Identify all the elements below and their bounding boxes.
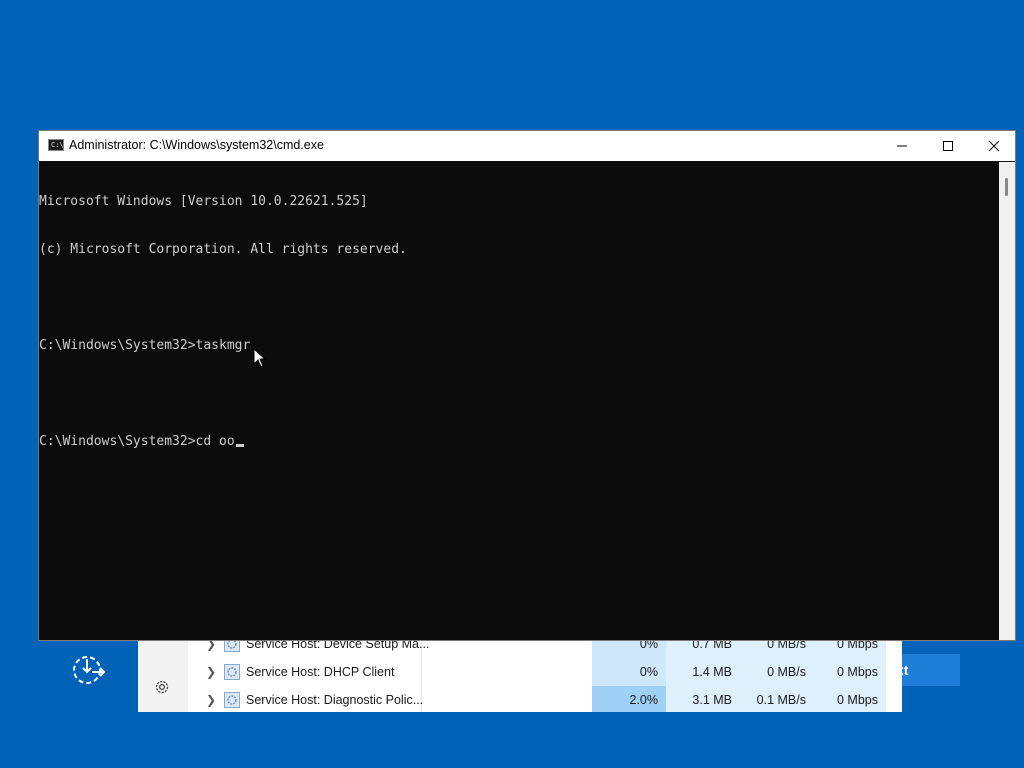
service-icon [224, 692, 240, 708]
chevron-right-icon[interactable]: ❯ [206, 665, 216, 679]
close-button[interactable] [971, 131, 1017, 161]
current-command: C:\Windows\System32>cd oo [39, 434, 235, 449]
console-line: Microsoft Windows [Version 10.0.22621.52… [39, 194, 368, 209]
memory-cell: 1.4 MB [666, 658, 740, 686]
network-cell: 0 Mbps [814, 686, 886, 712]
command-prompt-line[interactable]: C:\Windows\System32>cd oo [39, 434, 999, 450]
table-row[interactable]: ❯ Service Host: DHCP Client 0% 1.4 MB 0 … [188, 658, 902, 686]
scrollbar-thumb[interactable] [1005, 178, 1008, 196]
process-name: Service Host: Diagnostic Polic... [246, 693, 424, 707]
service-icon [224, 664, 240, 680]
vertical-scrollbar[interactable] [999, 162, 1015, 640]
cpu-cell: 0% [592, 658, 666, 686]
task-manager-window: ❯ Service Host: Device Setup Ma... 0% 0.… [138, 630, 902, 712]
cmd-window[interactable]: C:\ Administrator: C:\Windows\system32\c… [38, 130, 1016, 641]
disk-cell: 0 MB/s [740, 658, 814, 686]
accessibility-icon[interactable] [70, 654, 106, 686]
maximize-button[interactable] [925, 131, 971, 161]
cmd-app-icon-text: C:\ [51, 141, 64, 149]
network-cell: 0 Mbps [814, 658, 886, 686]
chevron-right-icon[interactable]: ❯ [206, 693, 216, 707]
text-cursor [235, 444, 244, 447]
console-output[interactable]: Microsoft Windows [Version 10.0.22621.52… [39, 162, 999, 640]
console-line: C:\Windows\System32>taskmgr [39, 338, 251, 353]
maximize-icon [943, 141, 953, 151]
memory-cell: 3.1 MB [666, 686, 740, 712]
table-row[interactable]: ❯ Service Host: Diagnostic Polic... 2.0%… [188, 686, 902, 712]
title-bar[interactable]: C:\ Administrator: C:\Windows\system32\c… [39, 131, 1015, 161]
process-name: Service Host: DHCP Client [246, 665, 395, 679]
minimize-icon [897, 145, 907, 147]
cpu-cell: 2.0% [592, 686, 666, 712]
task-manager-nav [138, 630, 188, 712]
minimize-button[interactable] [879, 131, 925, 161]
window-title: Administrator: C:\Windows\system32\cmd.e… [69, 138, 324, 152]
close-icon [988, 140, 1000, 152]
gear-icon[interactable] [153, 678, 171, 696]
disk-cell: 0.1 MB/s [740, 686, 814, 712]
mouse-pointer-icon [253, 347, 267, 368]
cmd-app-icon: C:\ [48, 139, 64, 151]
console-line: (c) Microsoft Corporation. All rights re… [39, 242, 407, 257]
